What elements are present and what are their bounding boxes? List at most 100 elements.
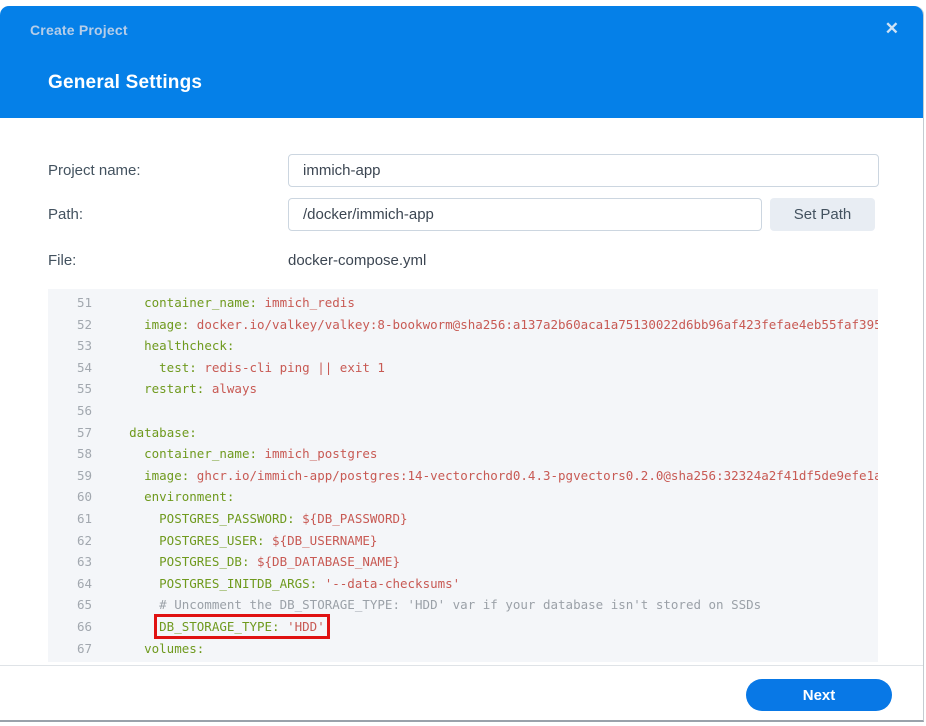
line-number: 67 xyxy=(76,640,92,656)
dialog-header: Create Project ✕ General Settings xyxy=(0,6,923,118)
code-token: POSTGRES_INITDB_ARGS: xyxy=(159,575,318,591)
line-number: 63 xyxy=(76,554,92,570)
line-number: 52 xyxy=(76,316,92,332)
code-token: volumes: xyxy=(144,640,205,656)
code-token: healthcheck: xyxy=(144,338,235,354)
line-number: 55 xyxy=(76,381,92,397)
code-token: database: xyxy=(129,424,197,440)
code-line: 54 test: redis-cli ping || exit 1 xyxy=(48,357,878,379)
file-value: docker-compose.yml xyxy=(288,252,427,269)
set-path-button[interactable]: Set Path xyxy=(770,198,875,231)
line-number: 64 xyxy=(76,575,92,591)
file-label: File: xyxy=(48,252,77,269)
code-line: 65 # Uncomment the DB_STORAGE_TYPE: 'HDD… xyxy=(48,594,878,616)
dialog-body: Project name: Path: Set Path File: docke… xyxy=(0,118,923,667)
code-token: immich_postgres xyxy=(264,446,378,462)
code-line: 52 image: docker.io/valkey/valkey:8-book… xyxy=(48,314,878,336)
code-token: DB_STORAGE_TYPE: xyxy=(159,618,280,634)
line-number: 59 xyxy=(76,467,92,483)
line-number: 66 xyxy=(76,618,92,634)
code-token: POSTGRES_USER: xyxy=(159,532,265,548)
code-token: test: xyxy=(159,359,197,375)
code-line: 66 DB_STORAGE_TYPE: 'HDD' xyxy=(48,613,878,639)
code-line: 53 healthcheck: xyxy=(48,335,878,357)
code-token: always xyxy=(211,381,258,397)
code-line: 62 POSTGRES_USER: ${DB_USERNAME} xyxy=(48,530,878,552)
line-number: 57 xyxy=(76,424,92,440)
code-line: 57 database: xyxy=(48,422,878,444)
line-number: 56 xyxy=(76,402,92,418)
code-line: 51 container_name: immich_redis xyxy=(48,292,878,314)
line-number: 62 xyxy=(76,532,92,548)
line-number: 65 xyxy=(76,597,92,613)
code-token: image: xyxy=(144,467,190,483)
project-name-label: Project name: xyxy=(48,162,141,179)
code-token: immich_redis xyxy=(264,295,355,310)
close-icon[interactable]: ✕ xyxy=(885,19,899,39)
next-button[interactable]: Next xyxy=(746,679,892,711)
code-line: 67 volumes: xyxy=(48,638,878,660)
code-token: 'HDD' xyxy=(287,618,325,634)
code-token: ${DB_PASSWORD} xyxy=(302,510,408,526)
code-token: container_name: xyxy=(144,446,257,462)
code-token: docker.io/valkey/valkey:8-bookworm@sha25… xyxy=(196,316,878,332)
code-editor[interactable]: 51 container_name: immich_redis 52 image:… xyxy=(48,289,878,662)
dialog-footer: Next xyxy=(0,665,923,720)
code-line: 55 restart: always xyxy=(48,378,878,400)
line-number: 61 xyxy=(76,510,92,526)
section-title: General Settings xyxy=(48,72,203,93)
code-token: ${DB_DATABASE_NAME} xyxy=(257,554,400,570)
code-token: redis-cli ping || exit 1 xyxy=(204,359,385,375)
dialog-title: Create Project xyxy=(30,22,128,38)
code-token: '--data-checksums' xyxy=(324,575,461,591)
path-label: Path: xyxy=(48,206,84,223)
code-line: 56 xyxy=(48,400,878,422)
code-line: 64 POSTGRES_INITDB_ARGS: '--data-checksu… xyxy=(48,573,878,595)
code-token: POSTGRES_DB: xyxy=(159,554,250,570)
line-number: 58 xyxy=(76,446,92,462)
code-token: restart: xyxy=(144,381,205,397)
line-number: 53 xyxy=(76,338,92,354)
code-token: ${DB_USERNAME} xyxy=(272,532,378,548)
line-number: 51 xyxy=(76,295,92,310)
project-name-input[interactable] xyxy=(288,154,879,187)
code-token: ghcr.io/immich-app/postgres:14-vectorcho… xyxy=(196,467,878,483)
path-input[interactable] xyxy=(288,198,762,231)
code-line: 59 image: ghcr.io/immich-app/postgres:14… xyxy=(48,465,878,487)
code-token: environment: xyxy=(144,489,235,505)
create-project-dialog: Create Project ✕ General Settings Projec… xyxy=(0,6,924,722)
code-line: 60 environment: xyxy=(48,486,878,508)
highlight-annotation-box: DB_STORAGE_TYPE: 'HDD' xyxy=(154,613,330,639)
code-line: 61 POSTGRES_PASSWORD: ${DB_PASSWORD} xyxy=(48,508,878,530)
code-line: 63 POSTGRES_DB: ${DB_DATABASE_NAME} xyxy=(48,551,878,573)
line-number: 60 xyxy=(76,489,92,505)
code-token: POSTGRES_PASSWORD: xyxy=(159,510,295,526)
code-token: image: xyxy=(144,316,190,332)
code-line: 58 container_name: immich_postgres xyxy=(48,443,878,465)
line-number: 54 xyxy=(76,359,92,375)
